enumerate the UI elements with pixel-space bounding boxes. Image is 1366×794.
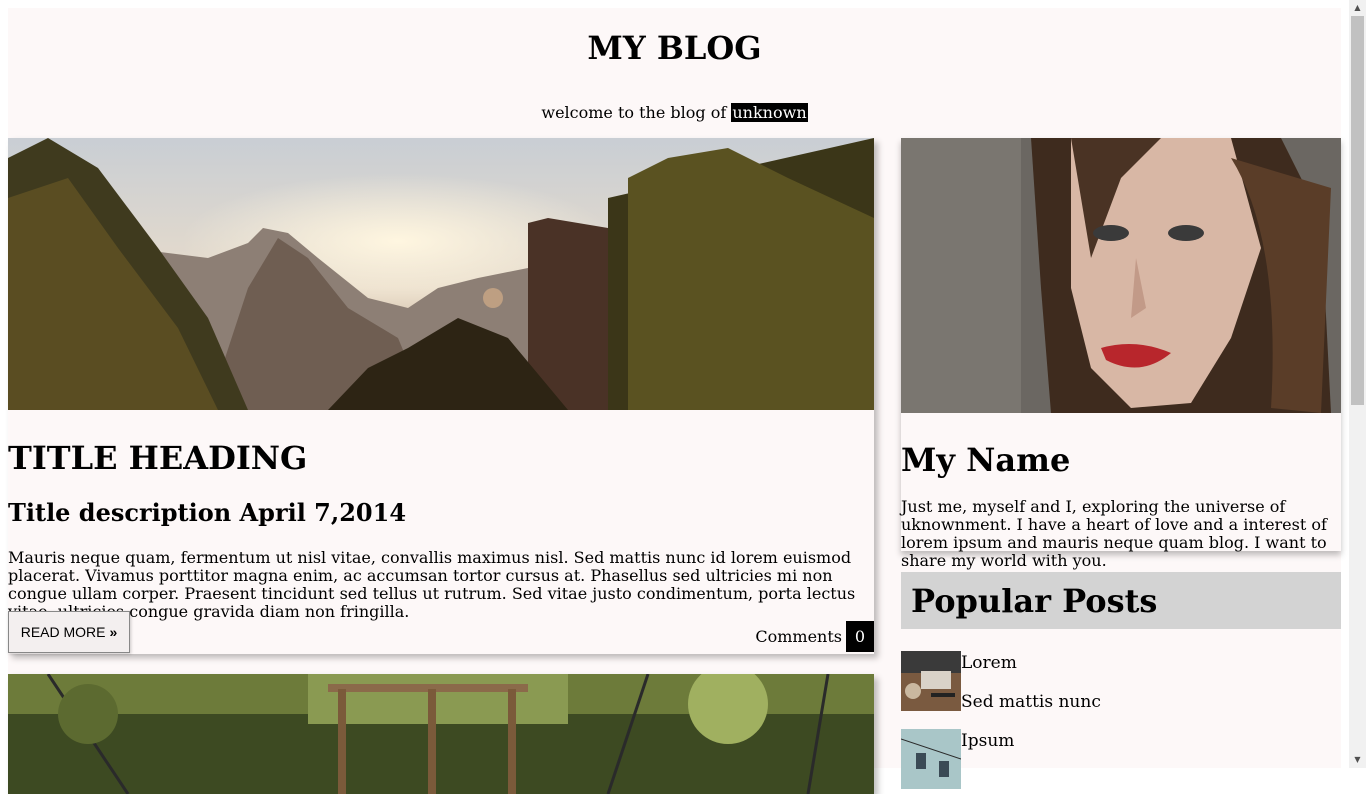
read-more-label: READ MORE xyxy=(20,624,106,640)
popular-post-desc: Sed mattis nunc xyxy=(961,692,1101,712)
post-title: TITLE HEADING xyxy=(8,439,308,477)
popular-posts-header: Popular Posts xyxy=(901,572,1341,629)
blog-title: MY BLOG xyxy=(587,29,762,67)
popular-post-thumbnail xyxy=(901,729,961,789)
welcome-highlight: unknown xyxy=(731,103,808,122)
welcome-prefix: welcome to the blog of xyxy=(541,103,732,122)
profile-card: My Name Just me, myself and I, exploring… xyxy=(901,138,1341,570)
profile-photo xyxy=(901,138,1341,413)
comments-count-badge: 0 xyxy=(846,620,874,652)
popular-post-item[interactable]: Lorem Sed mattis nunc xyxy=(901,651,1341,713)
post-card: TITLE HEADING Title description April 7,… xyxy=(8,138,874,654)
popular-post-title: Ipsum xyxy=(961,731,1015,751)
comments[interactable]: Comments 0 xyxy=(755,620,874,652)
post-body: Mauris neque quam, fermentum ut nisl vit… xyxy=(8,548,856,621)
post-hero-image xyxy=(8,674,874,794)
popular-post-item[interactable]: Ipsum xyxy=(901,729,1341,791)
profile-name: My Name xyxy=(901,441,1071,479)
scroll-up-arrow-icon[interactable]: ▲ xyxy=(1349,0,1366,16)
post-hero-image xyxy=(8,138,874,410)
double-chevron-right-icon: » xyxy=(109,624,118,640)
scrollbar-thumb[interactable] xyxy=(1351,16,1364,405)
post-card xyxy=(8,674,874,794)
popular-post-title: Lorem xyxy=(961,653,1017,673)
profile-bio: Just me, myself and I, exploring the uni… xyxy=(901,497,1327,570)
post-subtitle: Title description April 7,2014 xyxy=(8,498,407,527)
welcome-text: welcome to the blog of unknown xyxy=(8,103,1341,123)
popular-post-thumbnail xyxy=(901,651,961,711)
read-more-button[interactable]: READ MORE » xyxy=(8,611,130,653)
popular-posts-heading: Popular Posts xyxy=(911,582,1158,620)
vertical-scrollbar[interactable]: ▲ ▼ xyxy=(1349,0,1366,768)
page-container: MY BLOG welcome to the blog of unknown T… xyxy=(8,8,1341,794)
comments-label: Comments xyxy=(755,626,842,646)
scroll-down-arrow-icon[interactable]: ▼ xyxy=(1349,752,1366,768)
